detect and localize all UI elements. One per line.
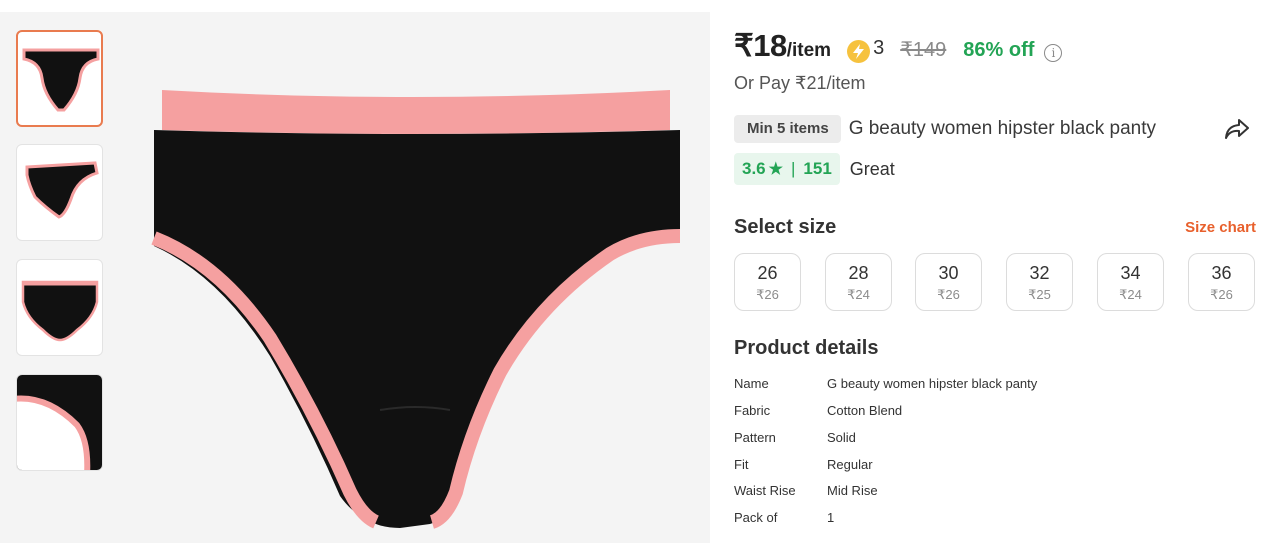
price-unit: /item: [786, 40, 832, 61]
image-gallery: [0, 12, 710, 543]
size-price: ₹26: [756, 287, 779, 302]
product-image: [140, 76, 690, 536]
detail-key: Fit: [734, 457, 749, 472]
size-label: 26: [757, 263, 778, 283]
size-price: ₹26: [1210, 287, 1233, 302]
size-options: 26 ₹26 28 ₹24 30 ₹26 32 ₹25 34 ₹24 36 ₹2…: [734, 253, 1256, 311]
current-price: ₹18: [734, 28, 787, 63]
thumbnail-front[interactable]: [16, 30, 103, 127]
size-option-30[interactable]: 30 ₹26: [915, 253, 982, 311]
rating-label: Great: [849, 158, 895, 179]
info-icon[interactable]: i: [1044, 44, 1063, 62]
size-option-26[interactable]: 26 ₹26: [734, 253, 801, 311]
size-label: 30: [938, 263, 959, 283]
thumbnail-closeup[interactable]: [16, 374, 103, 471]
detail-key: Pack of: [734, 510, 778, 525]
detail-key: Waist Rise: [734, 483, 796, 498]
detail-value: Solid: [827, 430, 856, 445]
size-option-28[interactable]: 28 ₹24: [825, 253, 892, 311]
size-price: ₹24: [1119, 287, 1142, 302]
share-icon[interactable]: [1224, 117, 1250, 141]
size-label: 28: [848, 263, 869, 283]
rating-score: 3.6: [742, 159, 766, 178]
product-details-heading: Product details: [734, 337, 879, 359]
original-price: ₹149: [900, 39, 947, 61]
detail-value: 1: [827, 510, 835, 525]
rating-divider: |: [790, 159, 796, 178]
or-pay-price: Or Pay ₹21/item: [734, 73, 866, 93]
size-option-34[interactable]: 34 ₹24: [1097, 253, 1164, 311]
coin-count: 3: [873, 37, 885, 59]
size-label: 36: [1211, 263, 1232, 283]
lightning-coin-icon: [847, 40, 871, 63]
product-details-panel: ₹18 /item 3 ₹149 86% off i Or Pay ₹21/it…: [734, 0, 1264, 550]
rating-badge[interactable]: 3.6 ★ | 151: [734, 153, 840, 185]
size-option-36[interactable]: 36 ₹26: [1188, 253, 1255, 311]
discount-percent: 86% off: [963, 39, 1035, 61]
detail-value: Mid Rise: [827, 483, 878, 498]
detail-value: G beauty women hipster black panty: [827, 376, 1038, 391]
size-price: ₹25: [1028, 287, 1051, 302]
size-label: 32: [1029, 263, 1050, 283]
detail-key: Fabric: [734, 403, 771, 418]
coin-reward: 3: [847, 37, 885, 63]
size-option-32[interactable]: 32 ₹25: [1006, 253, 1073, 311]
title-row: Min 5 items G beauty women hipster black…: [734, 115, 1254, 143]
thumbnail-back[interactable]: [16, 259, 103, 356]
detail-key: Name: [734, 376, 769, 391]
size-chart-link[interactable]: Size chart: [1185, 219, 1256, 236]
rating-count: 151: [803, 159, 832, 178]
price-row: ₹18 /item 3 ₹149 86% off i: [734, 28, 1063, 64]
thumbnail-side[interactable]: [16, 144, 103, 241]
select-size-heading: Select size: [734, 216, 837, 238]
size-label: 34: [1120, 263, 1141, 283]
detail-value: Regular: [827, 457, 873, 472]
detail-value: Cotton Blend: [827, 403, 903, 418]
size-price: ₹24: [847, 287, 870, 302]
size-price: ₹26: [937, 287, 960, 302]
star-icon: ★: [768, 161, 783, 178]
min-quantity-badge: Min 5 items: [734, 115, 841, 143]
rating-row: 3.6 ★ | 151 Great: [734, 153, 895, 185]
detail-key: Pattern: [734, 430, 776, 445]
product-title: G beauty women hipster black panty: [848, 118, 1157, 139]
